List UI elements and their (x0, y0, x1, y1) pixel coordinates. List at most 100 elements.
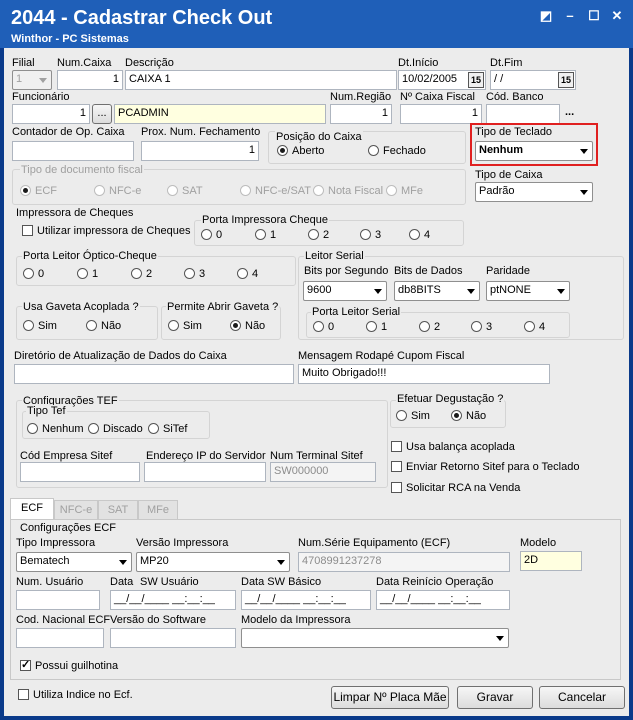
limpar-placa-button[interactable]: Limpar Nº Placa Mãe (331, 686, 449, 709)
maximize-icon[interactable]: ☐ (586, 8, 602, 24)
numcaixa-input[interactable]: 1 (57, 70, 123, 90)
cheque-porta-1-radio[interactable]: 1 (255, 229, 276, 241)
empresa-sitef-input[interactable] (20, 462, 140, 482)
radio-icon (419, 321, 430, 332)
calendar-icon[interactable]: 15 (468, 72, 484, 88)
serial-porta-4-radio[interactable]: 4 (524, 321, 545, 333)
filial-select[interactable]: 1 (12, 70, 52, 90)
funcionario-label: Funcionário (12, 91, 70, 103)
radio-label: Fechado (383, 145, 426, 157)
data-sw-usuario-input[interactable]: __/__/____ __:__:__ (110, 590, 236, 610)
codbanco-input[interactable] (486, 104, 560, 124)
tipodoc-sat-radio[interactable]: SAT (167, 185, 203, 197)
versao-impressora-select[interactable]: MP20 (136, 552, 290, 572)
tef-discado-radio[interactable]: Discado (88, 423, 143, 435)
ip-servidor-input[interactable] (144, 462, 266, 482)
cod-nacional-input[interactable] (16, 628, 104, 648)
tipodoc-notafiscal-radio[interactable]: Nota Fiscal (313, 185, 383, 197)
serial-porta-2-radio[interactable]: 2 (419, 321, 440, 333)
tab-nfce[interactable]: NFC-e (54, 500, 98, 520)
close-icon[interactable]: ✕ (609, 8, 625, 24)
modelo-label: Modelo (520, 537, 557, 549)
leitor-porta-3-radio[interactable]: 3 (184, 268, 205, 280)
funcionario-lookup-button[interactable]: ... (92, 104, 112, 124)
gaveta-sim-radio[interactable]: Sim (23, 320, 57, 332)
leitor-porta-1-radio[interactable]: 1 (77, 268, 98, 280)
rodape-input[interactable]: Muito Obrigado!!! (298, 364, 550, 384)
cancelar-button[interactable]: Cancelar (539, 686, 625, 709)
funcionario-code-input[interactable]: 1 (12, 104, 90, 124)
data-reinicio-input[interactable]: __/__/____ __:__:__ (376, 590, 510, 610)
tipodoc-mfe-radio[interactable]: MFe (386, 185, 423, 197)
gaveta-nao-radio[interactable]: Não (86, 320, 121, 332)
radio-icon (524, 321, 535, 332)
tipoteclado-value: Nenhum (479, 144, 523, 156)
serie-input[interactable]: 4708991237278 (298, 552, 510, 572)
solicitar-rca-checkbox[interactable]: Solicitar RCA na Venda (391, 482, 520, 494)
serial-porta-0-radio[interactable]: 0 (313, 321, 334, 333)
data-sw-basico-input[interactable]: __/__/____ __:__:__ (241, 590, 371, 610)
tab-mfe[interactable]: MFe (138, 500, 178, 520)
tef-nenhum-radio[interactable]: Nenhum (27, 423, 84, 435)
leitor-porta-4-radio[interactable]: 4 (237, 268, 258, 280)
posicao-aberto-radio[interactable]: Aberto (277, 145, 324, 157)
tab-ecf[interactable]: ECF (10, 498, 54, 520)
radio-label: 1 (381, 321, 388, 333)
descricao-input[interactable]: CAIXA 1 (125, 70, 397, 90)
guilhotina-checkbox[interactable]: Possui guilhotina (20, 658, 118, 672)
chevron-down-icon (119, 560, 127, 565)
dados-select[interactable]: db8BITS (394, 281, 480, 301)
radio-icon (184, 268, 195, 279)
balanca-checkbox[interactable]: Usa balança acoplada (391, 441, 515, 453)
numregiao-input[interactable]: 1 (330, 104, 392, 124)
tipodoc-nfce-radio[interactable]: NFC-e (94, 185, 141, 197)
radio-icon (27, 423, 38, 434)
form-body: Filial 1 Num.Caixa 1 Descrição CAIXA 1 D… (4, 48, 629, 716)
versao-software-input[interactable] (110, 628, 236, 648)
radio-icon (396, 410, 407, 421)
radio-label: 2 (146, 268, 153, 280)
degustacao-nao-radio[interactable]: Não (451, 410, 486, 422)
num-usuario-input[interactable] (16, 590, 100, 610)
retorno-sitef-checkbox[interactable]: Enviar Retorno Sitef para o Teclado (391, 461, 579, 473)
utiliza-indice-checkbox[interactable]: Utiliza Indice no Ecf. (18, 689, 133, 701)
proxnum-input[interactable]: 1 (141, 141, 259, 161)
cheque-porta-4-radio[interactable]: 4 (409, 229, 430, 241)
restore-icon[interactable]: ◩ (538, 8, 554, 24)
degustacao-sim-radio[interactable]: Sim (396, 410, 430, 422)
tipocaixa-value: Padrão (479, 185, 515, 197)
tipocaixa-select[interactable]: Padrão (475, 182, 593, 202)
cheque-porta-2-radio[interactable]: 2 (308, 229, 329, 241)
tef-sitef-radio[interactable]: SiTef (148, 423, 187, 435)
serial-porta-3-radio[interactable]: 3 (471, 321, 492, 333)
tipodoc-label: Tipo de documento fiscal (20, 164, 144, 176)
minimize-icon[interactable]: – (562, 8, 578, 24)
tab-sat[interactable]: SAT (98, 500, 138, 520)
radio-icon (20, 185, 31, 196)
calendar-icon[interactable]: 15 (558, 72, 574, 88)
tipodoc-ecf-radio[interactable]: ECF (20, 185, 57, 197)
serial-porta-1-radio[interactable]: 1 (366, 321, 387, 333)
leitor-porta-2-radio[interactable]: 2 (131, 268, 152, 280)
nocaixafiscal-input[interactable]: 1 (400, 104, 482, 124)
leitor-porta-0-radio[interactable]: 0 (23, 268, 44, 280)
tipo-impressora-select[interactable]: Bematech (16, 552, 132, 572)
terminal-sitef-input[interactable]: SW000000 (270, 462, 376, 482)
paridade-select[interactable]: ptNONE (486, 281, 570, 301)
bits-select[interactable]: 9600 (303, 281, 387, 301)
abrir-gaveta-nao-radio[interactable]: Não (230, 320, 265, 332)
tipodoc-nfcesat-radio[interactable]: NFC-e/SAT (240, 185, 311, 197)
cheque-porta-0-radio[interactable]: 0 (201, 229, 222, 241)
cheque-porta-3-radio[interactable]: 3 (360, 229, 381, 241)
abrir-gaveta-sim-radio[interactable]: Sim (168, 320, 202, 332)
modelo-impressora-select[interactable] (241, 628, 509, 648)
gravar-button[interactable]: Gravar (457, 686, 533, 709)
utilizar-cheques-checkbox[interactable]: Utilizar impressora de Cheques (22, 225, 190, 237)
contador-input[interactable] (12, 141, 134, 161)
codbanco-lookup-button[interactable]: ... (565, 106, 574, 118)
tipoteclado-select[interactable]: Nenhum (475, 141, 593, 161)
diretorio-input[interactable] (14, 364, 294, 384)
posicao-fechado-radio[interactable]: Fechado (368, 145, 426, 157)
paridade-label: Paridade (486, 265, 531, 277)
radio-icon (313, 321, 324, 332)
